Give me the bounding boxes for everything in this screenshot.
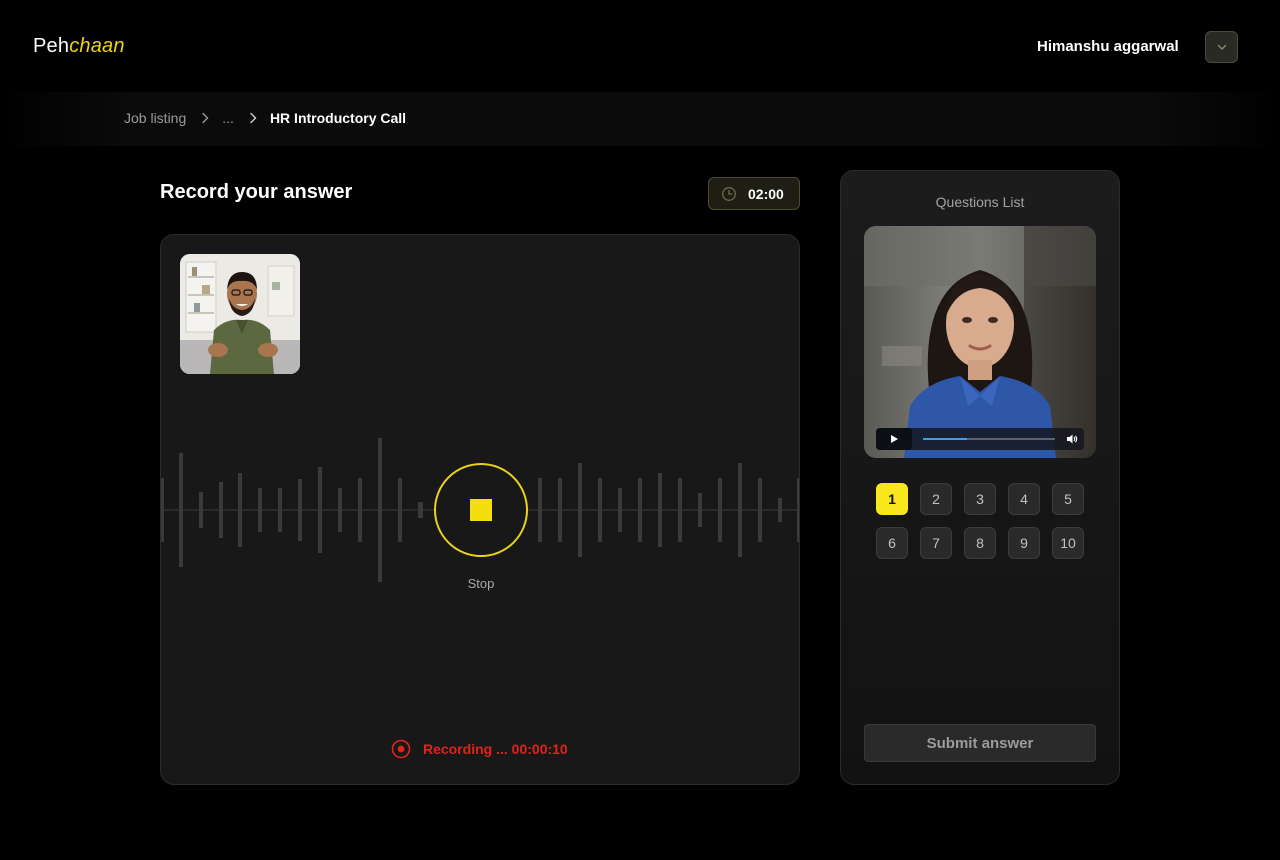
stop-label: Stop [467, 576, 495, 591]
video-progress-fill [923, 438, 967, 440]
page-title: Record your answer [160, 181, 353, 203]
volume-button[interactable] [1065, 432, 1079, 446]
question-number-button[interactable]: 10 [1052, 527, 1084, 559]
questions-panel: Questions List 1 2 3 4 5 6 7 8 9 10 Subm… [840, 170, 1120, 785]
question-number-button[interactable]: 9 [1008, 527, 1040, 559]
video-progress-bar[interactable] [923, 438, 1055, 440]
question-number-button[interactable]: 3 [964, 483, 996, 515]
chevron-right-icon [201, 112, 209, 124]
breadcrumb-job-listing[interactable]: Job listing [124, 110, 186, 126]
brand-logo[interactable]: Pehchaan [33, 35, 125, 58]
interviewer-video[interactable] [864, 226, 1096, 458]
brand-name-part2: chaan [69, 35, 125, 57]
submit-answer-button[interactable]: Submit answer [864, 724, 1096, 762]
question-number-button[interactable]: 8 [964, 527, 996, 559]
clock-icon [722, 186, 736, 201]
chevron-down-icon [1217, 44, 1226, 50]
recording-panel: Stop Recording ... 00:00:10 [160, 234, 800, 785]
video-controls [876, 428, 1084, 450]
recording-status-text: Recording ... 00:00:10 [423, 741, 568, 757]
question-number-button[interactable]: 2 [920, 483, 952, 515]
brand-name-part1: Peh [33, 35, 70, 57]
breadcrumb-ellipsis[interactable]: ... [222, 110, 234, 126]
self-camera-preview [180, 254, 300, 374]
timer-badge: 02:00 [708, 177, 800, 210]
chevron-right-icon [249, 112, 257, 124]
stop-button[interactable] [434, 463, 528, 557]
volume-icon [1067, 434, 1078, 444]
breadcrumb-current: HR Introductory Call [269, 110, 407, 126]
breadcrumb: Job listing ... HR Introductory Call [124, 110, 406, 126]
questions-title: Questions List [935, 194, 1025, 210]
user-name: Himanshu aggarwal [1037, 38, 1179, 55]
question-number-button[interactable]: 7 [920, 527, 952, 559]
question-number-button[interactable]: 6 [876, 527, 908, 559]
play-icon [891, 435, 898, 443]
question-number-button[interactable]: 1 [876, 483, 908, 515]
record-icon [391, 739, 411, 759]
question-number-grid: 1 2 3 4 5 6 7 8 9 10 [876, 483, 1084, 559]
recording-status: Recording ... 00:00:10 [391, 739, 568, 759]
play-button[interactable] [876, 428, 912, 450]
question-number-button[interactable]: 4 [1008, 483, 1040, 515]
user-menu-button[interactable] [1205, 31, 1238, 63]
timer-text: 02:00 [748, 185, 784, 202]
stop-icon [470, 499, 492, 521]
question-number-button[interactable]: 5 [1052, 483, 1084, 515]
